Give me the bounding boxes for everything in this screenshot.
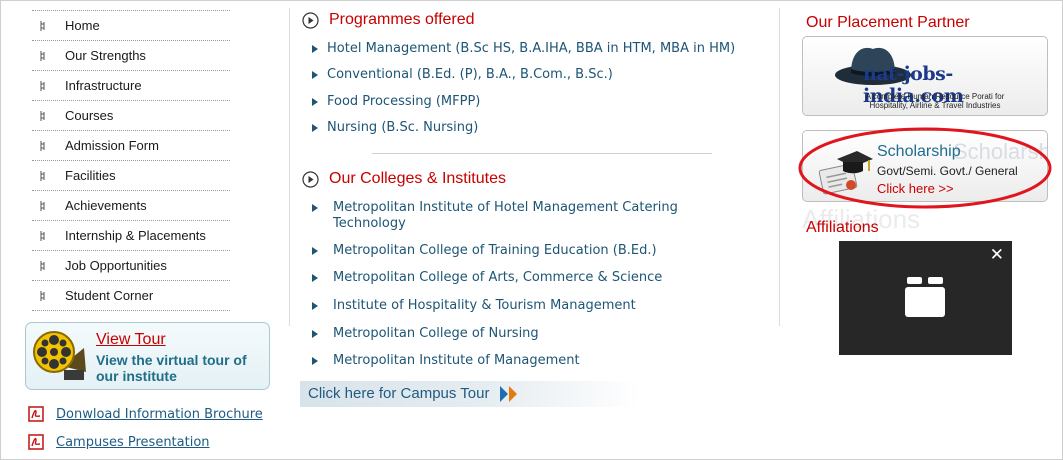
triangle-bullet-icon [312, 98, 318, 106]
colleges-heading-text: Our Colleges & Institutes [329, 170, 506, 187]
bullet-icon [40, 81, 45, 91]
programmes-heading: Programmes offered [302, 11, 475, 29]
gallery-icon [905, 277, 945, 317]
triangle-bullet-icon [312, 204, 318, 212]
view-tour-banner[interactable]: View Tour View the virtual tour of our i… [25, 322, 270, 390]
pdf-icon [28, 406, 44, 422]
triangle-bullet-icon [312, 71, 318, 79]
nav-label: Internship & Placements [65, 228, 206, 243]
nav-item-admission-form[interactable]: Admission Form [32, 130, 230, 160]
programme-item[interactable]: Hotel Management (B.Sc HS, B.A.IHA, BBA … [312, 41, 735, 57]
college-label[interactable]: Institute of Hospitality & Tourism Manag… [333, 298, 636, 314]
programme-label[interactable]: Hotel Management (B.Sc HS, B.A.IHA, BBA … [327, 41, 735, 57]
bullet-icon [40, 291, 45, 301]
triangle-bullet-icon [312, 45, 318, 53]
nav-item-infrastructure[interactable]: Infrastructure [32, 70, 230, 100]
nav-item-courses[interactable]: Courses [32, 100, 230, 130]
view-tour-title[interactable]: View Tour [96, 331, 166, 349]
triangle-bullet-icon [312, 274, 318, 282]
college-item[interactable]: Metropolitan Institute of Hotel Manageme… [312, 200, 702, 232]
nav-label: Student Corner [65, 288, 154, 303]
placement-heading: Our Placement Partner [806, 14, 970, 31]
triangle-bullet-icon [312, 357, 318, 365]
nat-jobs-tagline: A complete Human Resource Porati for Hos… [865, 92, 1005, 110]
bullet-icon [40, 51, 45, 61]
campuses-presentation-link[interactable]: Campuses Presentation [28, 434, 210, 450]
bullet-icon [40, 141, 45, 151]
nav-label: Facilities [65, 168, 116, 183]
bullet-icon [40, 171, 45, 181]
section-divider [372, 153, 712, 154]
bullet-icon [40, 231, 45, 241]
view-tour-subtitle: View the virtual tour of our institute [96, 352, 247, 384]
colleges-heading: Our Colleges & Institutes [302, 170, 506, 188]
campuses-presentation-label: Campuses Presentation [56, 434, 210, 450]
college-item[interactable]: Metropolitan College of Nursing [312, 326, 539, 342]
nav-label: Courses [65, 108, 114, 123]
triangle-bullet-icon [312, 302, 318, 310]
college-item[interactable]: Institute of Hospitality & Tourism Manag… [312, 298, 636, 314]
download-brochure-label: Donwload Information Brochure [56, 406, 263, 422]
college-label[interactable]: Metropolitan College of Training Educati… [333, 243, 657, 259]
bullet-icon [40, 201, 45, 211]
nav-label: Achievements [65, 198, 147, 213]
college-label[interactable]: Metropolitan College of Arts, Commerce &… [333, 270, 662, 286]
programme-label[interactable]: Food Processing (MFPP) [327, 94, 480, 110]
film-reel-icon [33, 331, 86, 380]
pdf-icon [28, 434, 44, 450]
nav-label: Our Strengths [65, 48, 146, 63]
programme-label[interactable]: Conventional (B.Ed. (P), B.A., B.Com., B… [327, 67, 613, 83]
triangle-bullet-icon [312, 330, 318, 338]
double-arrow-icon [500, 386, 517, 402]
programmes-heading-text: Programmes offered [329, 11, 475, 28]
triangle-bullet-icon [312, 124, 318, 132]
nav-item-achievements[interactable]: Achievements [32, 190, 230, 220]
nav-label: Home [65, 18, 100, 33]
download-brochure-link[interactable]: Donwload Information Brochure [28, 406, 263, 422]
nav-item-our-strengths[interactable]: Our Strengths [32, 40, 230, 70]
bullet-icon [40, 261, 45, 271]
left-nav: Home Our Strengths Infrastructure Course… [32, 10, 230, 311]
media-popup: ✕ [839, 241, 1012, 355]
bullet-icon [40, 111, 45, 121]
nav-label: Admission Form [65, 138, 159, 153]
college-label[interactable]: Metropolitan Institute of Management [333, 353, 580, 369]
nav-label: Infrastructure [65, 78, 142, 93]
college-item[interactable]: Metropolitan College of Arts, Commerce &… [312, 270, 662, 286]
programme-label[interactable]: Nursing (B.Sc. Nursing) [327, 120, 478, 136]
nav-item-job-opportunities[interactable]: Job Opportunities [32, 250, 230, 280]
college-item[interactable]: Metropolitan Institute of Management [312, 353, 580, 369]
programme-item[interactable]: Nursing (B.Sc. Nursing) [312, 120, 478, 136]
nav-item-internship-placements[interactable]: Internship & Placements [32, 220, 230, 250]
nav-item-student-corner[interactable]: Student Corner [32, 280, 230, 311]
circle-arrow-icon [302, 11, 319, 29]
triangle-bullet-icon [312, 247, 318, 255]
programme-item[interactable]: Conventional (B.Ed. (P), B.A., B.Com., B… [312, 67, 613, 83]
nav-item-facilities[interactable]: Facilities [32, 160, 230, 190]
nav-label: Job Opportunities [65, 258, 167, 273]
college-item[interactable]: Metropolitan College of Training Educati… [312, 243, 657, 259]
column-divider [779, 8, 780, 326]
highlight-ellipse [798, 127, 1052, 209]
column-divider [289, 8, 290, 326]
nav-item-home[interactable]: Home [32, 10, 230, 40]
bullet-icon [40, 21, 45, 31]
campus-tour-button[interactable]: Click here for Campus Tour [300, 381, 640, 407]
placement-partner-banner[interactable]: nat-jobs-india.com A complete Human Reso… [802, 36, 1048, 116]
college-label[interactable]: Metropolitan Institute of Hotel Manageme… [333, 200, 702, 232]
close-icon[interactable]: ✕ [990, 247, 1004, 264]
college-label[interactable]: Metropolitan College of Nursing [333, 326, 539, 342]
programme-item[interactable]: Food Processing (MFPP) [312, 94, 480, 110]
circle-arrow-icon [302, 170, 319, 188]
campus-tour-label: Click here for Campus Tour [308, 385, 490, 402]
affiliations-heading: Affiliations [806, 219, 879, 236]
